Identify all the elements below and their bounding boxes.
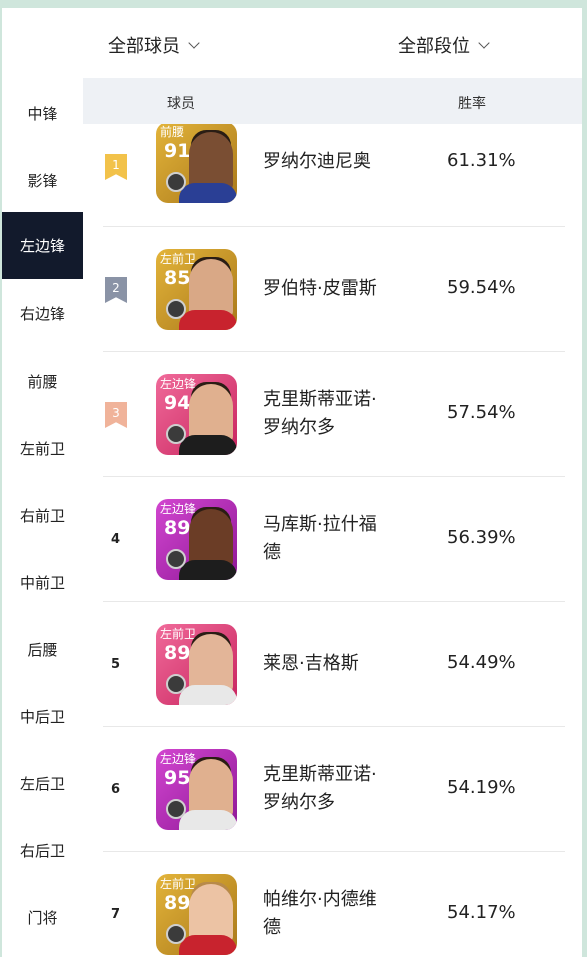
- win-rate: 57.54%: [447, 402, 516, 423]
- player-name: 克里斯蒂亚诺· 罗纳尔多: [263, 764, 377, 813]
- position-sidebar: 中锋 影锋 左边锋 右边锋 前腰 左前卫 右前卫 中前卫 后腰 中后卫 左后卫 …: [2, 78, 83, 957]
- win-rate: 54.17%: [447, 902, 516, 923]
- player-name: 克里斯蒂亚诺· 罗纳尔多: [263, 389, 377, 438]
- card-badge-icon: [166, 299, 186, 319]
- header-player: 球员: [167, 96, 195, 112]
- player-card: 左前卫 89: [156, 624, 237, 705]
- card-rating: 89: [164, 892, 191, 914]
- player-name: 罗伯特·皮雷斯: [263, 278, 377, 299]
- player-list: 1 前腰 91 罗纳尔迪尼奥 61.31% 2 左前卫 85 罗伯特·皮雷斯 5…: [83, 124, 582, 957]
- rank-number: 5: [111, 656, 121, 672]
- win-rate: 54.49%: [447, 652, 516, 673]
- rank-ribbon-silver: 2: [105, 277, 127, 303]
- sidebar-item-lmf[interactable]: 左前卫: [2, 415, 83, 482]
- table-row[interactable]: 7 左前卫 89 帕维尔·内德维 德 54.17%: [103, 852, 565, 957]
- chevron-down-icon: [188, 36, 200, 49]
- player-shirt: [179, 560, 237, 580]
- rank-number: 4: [111, 531, 121, 547]
- player-name: 莱恩·吉格斯: [263, 653, 359, 674]
- card-badge-icon: [166, 424, 186, 444]
- player-shirt: [179, 685, 237, 705]
- table-row[interactable]: 5 左前卫 89 莱恩·吉格斯 54.49%: [103, 602, 565, 727]
- card-position: 左边锋: [160, 752, 197, 766]
- card-position: 左边锋: [160, 377, 197, 391]
- table-row[interactable]: 2 左前卫 85 罗伯特·皮雷斯 59.54%: [103, 227, 565, 352]
- rank-number: 7: [111, 906, 121, 922]
- card-position: 前腰: [160, 125, 185, 139]
- card-badge-icon: [166, 172, 186, 192]
- chevron-down-icon: [478, 36, 490, 49]
- card-position: 左前卫: [160, 627, 197, 641]
- card-badge-icon: [166, 799, 186, 819]
- table-row[interactable]: 1 前腰 91 罗纳尔迪尼奥 61.31%: [103, 124, 565, 227]
- sidebar-item-rb[interactable]: 右后卫: [2, 817, 83, 884]
- rank-ribbon-bronze: 3: [105, 402, 127, 428]
- all-tiers-dropdown[interactable]: 全部段位: [398, 32, 490, 58]
- card-rating: 85: [164, 267, 191, 289]
- card-rating: 89: [164, 517, 191, 539]
- player-card: 左边锋 94: [156, 374, 237, 455]
- win-rate: 61.31%: [447, 150, 516, 171]
- ranking-panel: 全部球员 全部段位 中锋 影锋 左边锋 右边锋 前腰 左前卫 右前卫 中前卫 后…: [2, 8, 582, 957]
- table-row[interactable]: 4 左边锋 89 马库斯·拉什福 德 56.39%: [103, 477, 565, 602]
- table-header: 球员 胜率: [83, 78, 582, 124]
- card-badge-icon: [166, 674, 186, 694]
- player-shirt: [179, 810, 237, 830]
- sidebar-item-lb[interactable]: 左后卫: [2, 750, 83, 817]
- player-shirt: [179, 435, 237, 455]
- table-row[interactable]: 3 左边锋 94 克里斯蒂亚诺· 罗纳尔多 57.54%: [103, 352, 565, 477]
- win-rate: 54.19%: [447, 777, 516, 798]
- card-position: 左前卫: [160, 877, 197, 891]
- win-rate: 56.39%: [447, 527, 516, 548]
- header-win-rate: 胜率: [458, 96, 486, 112]
- card-rating: 89: [164, 642, 191, 664]
- card-badge-icon: [166, 549, 186, 569]
- player-shirt: [179, 935, 237, 955]
- sidebar-item-lwf[interactable]: 左边锋: [2, 212, 83, 279]
- sidebar-item-cf[interactable]: 中锋: [2, 80, 83, 147]
- all-players-label: 全部球员: [108, 36, 180, 57]
- player-card: 左前卫 89: [156, 874, 237, 955]
- rank-number: 6: [111, 781, 121, 797]
- sidebar-item-cmf[interactable]: 中前卫: [2, 549, 83, 616]
- player-name: 马库斯·拉什福 德: [263, 514, 377, 563]
- player-shirt: [179, 183, 237, 203]
- sidebar-item-dmf[interactable]: 后腰: [2, 616, 83, 683]
- filter-bar: 全部球员 全部段位: [2, 8, 582, 78]
- player-shirt: [179, 310, 237, 330]
- all-tiers-label: 全部段位: [398, 36, 470, 57]
- sidebar-item-ss[interactable]: 影锋: [2, 147, 83, 214]
- player-card: 左边锋 95: [156, 749, 237, 830]
- player-card: 前腰 91: [156, 124, 237, 203]
- win-rate: 59.54%: [447, 277, 516, 298]
- all-players-dropdown[interactable]: 全部球员: [108, 32, 200, 58]
- sidebar-item-amf[interactable]: 前腰: [2, 348, 83, 415]
- card-rating: 95: [164, 767, 191, 789]
- sidebar-item-rmf[interactable]: 右前卫: [2, 482, 83, 549]
- player-card: 左前卫 85: [156, 249, 237, 330]
- sidebar-item-cb[interactable]: 中后卫: [2, 683, 83, 750]
- card-position: 左边锋: [160, 502, 197, 516]
- card-rating: 94: [164, 392, 191, 414]
- sidebar-item-rwf[interactable]: 右边锋: [2, 280, 83, 347]
- table-row[interactable]: 6 左边锋 95 克里斯蒂亚诺· 罗纳尔多 54.19%: [103, 727, 565, 852]
- sidebar-item-gk[interactable]: 门将: [2, 884, 83, 951]
- card-rating: 91: [164, 140, 191, 162]
- player-name: 帕维尔·内德维 德: [263, 889, 377, 938]
- player-name: 罗纳尔迪尼奥: [263, 151, 371, 172]
- player-card: 左边锋 89: [156, 499, 237, 580]
- card-badge-icon: [166, 924, 186, 944]
- rank-ribbon-gold: 1: [105, 154, 127, 180]
- card-position: 左前卫: [160, 252, 197, 266]
